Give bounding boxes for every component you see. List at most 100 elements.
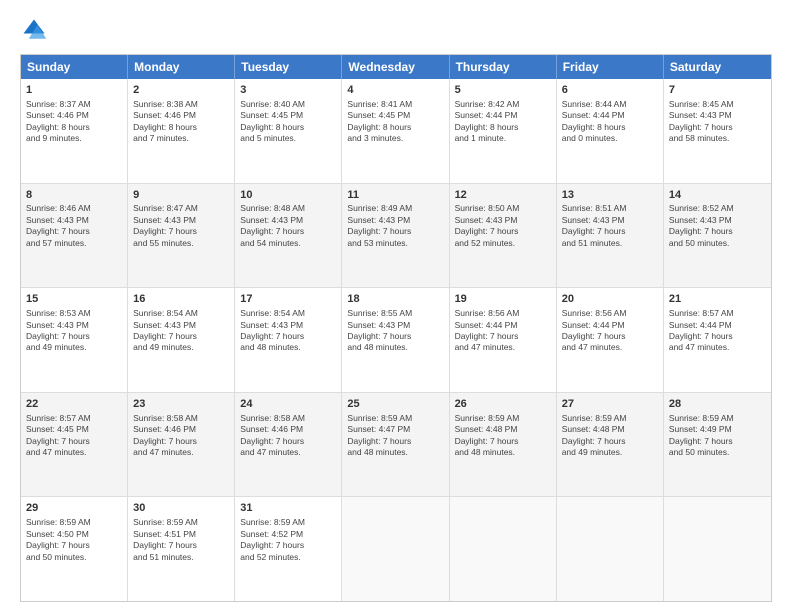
calendar-cell: 9Sunrise: 8:47 AMSunset: 4:43 PMDaylight… (128, 184, 235, 288)
cell-info-line: and 51 minutes. (133, 552, 229, 563)
day-number: 22 (26, 397, 122, 412)
calendar-cell: 15Sunrise: 8:53 AMSunset: 4:43 PMDayligh… (21, 288, 128, 392)
day-number: 16 (133, 292, 229, 307)
day-number: 1 (26, 83, 122, 98)
cell-info-line: Sunrise: 8:59 AM (133, 517, 229, 528)
calendar-cell: 25Sunrise: 8:59 AMSunset: 4:47 PMDayligh… (342, 393, 449, 497)
cell-info-line: Daylight: 7 hours (455, 436, 551, 447)
day-number: 31 (240, 501, 336, 516)
cell-info-line: and 47 minutes. (669, 342, 766, 353)
day-number: 9 (133, 188, 229, 203)
day-number: 17 (240, 292, 336, 307)
cell-info-line: Sunset: 4:43 PM (347, 215, 443, 226)
cell-info-line: and 50 minutes. (669, 238, 766, 249)
cell-info-line: Sunrise: 8:46 AM (26, 203, 122, 214)
cell-info-line: Daylight: 7 hours (347, 436, 443, 447)
cell-info-line: Daylight: 7 hours (133, 226, 229, 237)
cell-info-line: and 47 minutes. (133, 447, 229, 458)
calendar-header-cell: Saturday (664, 55, 771, 79)
calendar-cell: 12Sunrise: 8:50 AMSunset: 4:43 PMDayligh… (450, 184, 557, 288)
cell-info-line: Sunset: 4:48 PM (562, 424, 658, 435)
day-number: 6 (562, 83, 658, 98)
calendar-row: 29Sunrise: 8:59 AMSunset: 4:50 PMDayligh… (21, 496, 771, 601)
cell-info-line: Daylight: 7 hours (562, 331, 658, 342)
cell-info-line: and 3 minutes. (347, 133, 443, 144)
calendar-cell: 31Sunrise: 8:59 AMSunset: 4:52 PMDayligh… (235, 497, 342, 601)
cell-info-line: Sunrise: 8:59 AM (562, 413, 658, 424)
cell-info-line: Sunrise: 8:37 AM (26, 99, 122, 110)
calendar-cell: 6Sunrise: 8:44 AMSunset: 4:44 PMDaylight… (557, 79, 664, 183)
cell-info-line: Sunset: 4:49 PM (669, 424, 766, 435)
cell-info-line: Daylight: 8 hours (347, 122, 443, 133)
cell-info-line: Sunrise: 8:58 AM (133, 413, 229, 424)
cell-info-line: Daylight: 7 hours (669, 436, 766, 447)
calendar-cell: 2Sunrise: 8:38 AMSunset: 4:46 PMDaylight… (128, 79, 235, 183)
cell-info-line: and 58 minutes. (669, 133, 766, 144)
calendar-row: 8Sunrise: 8:46 AMSunset: 4:43 PMDaylight… (21, 183, 771, 288)
cell-info-line: Sunset: 4:43 PM (669, 215, 766, 226)
cell-info-line: and 9 minutes. (26, 133, 122, 144)
cell-info-line: Sunset: 4:52 PM (240, 529, 336, 540)
cell-info-line: and 52 minutes. (455, 238, 551, 249)
calendar-cell: 14Sunrise: 8:52 AMSunset: 4:43 PMDayligh… (664, 184, 771, 288)
day-number: 27 (562, 397, 658, 412)
calendar-cell: 19Sunrise: 8:56 AMSunset: 4:44 PMDayligh… (450, 288, 557, 392)
cell-info-line: Daylight: 7 hours (669, 331, 766, 342)
cell-info-line: Daylight: 7 hours (26, 436, 122, 447)
day-number: 2 (133, 83, 229, 98)
cell-info-line: Daylight: 8 hours (133, 122, 229, 133)
cell-info-line: Sunrise: 8:50 AM (455, 203, 551, 214)
calendar-cell: 20Sunrise: 8:56 AMSunset: 4:44 PMDayligh… (557, 288, 664, 392)
day-number: 12 (455, 188, 551, 203)
cell-info-line: and 47 minutes. (240, 447, 336, 458)
cell-info-line: and 47 minutes. (562, 342, 658, 353)
cell-info-line: Sunrise: 8:59 AM (240, 517, 336, 528)
calendar-cell: 4Sunrise: 8:41 AMSunset: 4:45 PMDaylight… (342, 79, 449, 183)
cell-info-line: Sunset: 4:45 PM (26, 424, 122, 435)
cell-info-line: Daylight: 7 hours (240, 331, 336, 342)
cell-info-line: Daylight: 7 hours (669, 122, 766, 133)
cell-info-line: Sunrise: 8:51 AM (562, 203, 658, 214)
cell-info-line: and 49 minutes. (133, 342, 229, 353)
cell-info-line: Sunset: 4:43 PM (240, 320, 336, 331)
cell-info-line: Daylight: 7 hours (240, 226, 336, 237)
cell-info-line: and 55 minutes. (133, 238, 229, 249)
calendar-cell: 29Sunrise: 8:59 AMSunset: 4:50 PMDayligh… (21, 497, 128, 601)
cell-info-line: Daylight: 7 hours (133, 331, 229, 342)
cell-info-line: and 57 minutes. (26, 238, 122, 249)
cell-info-line: Daylight: 8 hours (26, 122, 122, 133)
cell-info-line: Sunset: 4:43 PM (669, 110, 766, 121)
cell-info-line: and 7 minutes. (133, 133, 229, 144)
day-number: 30 (133, 501, 229, 516)
cell-info-line: Daylight: 8 hours (455, 122, 551, 133)
cell-info-line: and 47 minutes. (26, 447, 122, 458)
day-number: 14 (669, 188, 766, 203)
cell-info-line: Daylight: 7 hours (347, 226, 443, 237)
calendar-cell: 22Sunrise: 8:57 AMSunset: 4:45 PMDayligh… (21, 393, 128, 497)
cell-info-line: Sunset: 4:46 PM (133, 424, 229, 435)
day-number: 24 (240, 397, 336, 412)
cell-info-line: Sunrise: 8:54 AM (133, 308, 229, 319)
cell-info-line: Sunset: 4:48 PM (455, 424, 551, 435)
calendar-row: 22Sunrise: 8:57 AMSunset: 4:45 PMDayligh… (21, 392, 771, 497)
calendar-cell: 21Sunrise: 8:57 AMSunset: 4:44 PMDayligh… (664, 288, 771, 392)
cell-info-line: Sunset: 4:43 PM (455, 215, 551, 226)
cell-info-line: Sunrise: 8:52 AM (669, 203, 766, 214)
cell-info-line: and 0 minutes. (562, 133, 658, 144)
calendar-cell: 3Sunrise: 8:40 AMSunset: 4:45 PMDaylight… (235, 79, 342, 183)
calendar-cell: 8Sunrise: 8:46 AMSunset: 4:43 PMDaylight… (21, 184, 128, 288)
cell-info-line: Sunrise: 8:44 AM (562, 99, 658, 110)
day-number: 26 (455, 397, 551, 412)
calendar-cell (557, 497, 664, 601)
calendar-cell: 30Sunrise: 8:59 AMSunset: 4:51 PMDayligh… (128, 497, 235, 601)
cell-info-line: Sunrise: 8:59 AM (669, 413, 766, 424)
cell-info-line: Sunrise: 8:59 AM (26, 517, 122, 528)
header (20, 16, 772, 44)
cell-info-line: Daylight: 7 hours (26, 331, 122, 342)
cell-info-line: Sunrise: 8:53 AM (26, 308, 122, 319)
cell-info-line: Daylight: 7 hours (455, 331, 551, 342)
cell-info-line: Daylight: 7 hours (347, 331, 443, 342)
calendar: SundayMondayTuesdayWednesdayThursdayFrid… (20, 54, 772, 602)
calendar-header-cell: Tuesday (235, 55, 342, 79)
cell-info-line: Daylight: 7 hours (669, 226, 766, 237)
